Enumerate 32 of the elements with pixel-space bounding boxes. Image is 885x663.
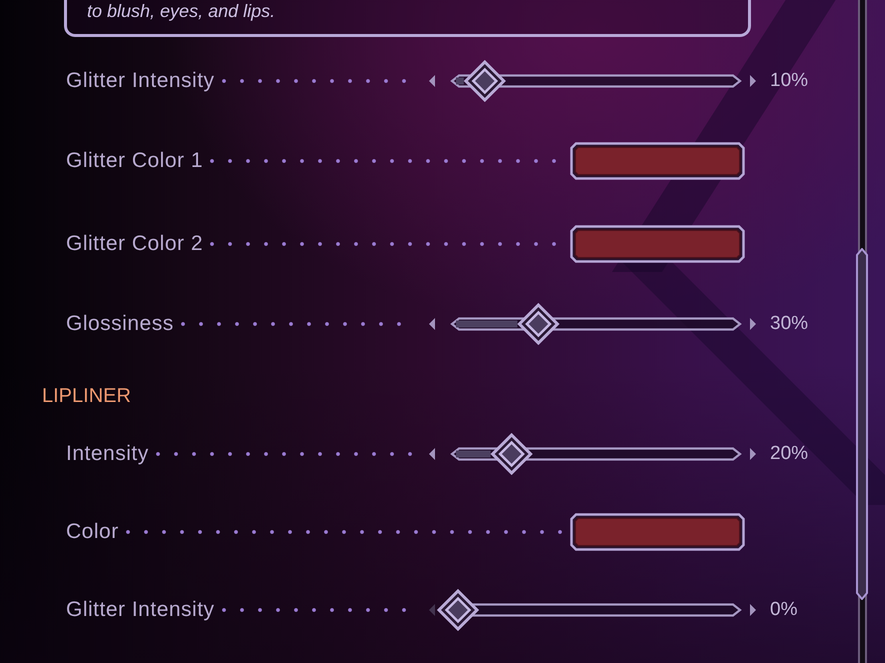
slider-fill xyxy=(456,320,518,328)
color-swatch[interactable] xyxy=(570,142,745,180)
slider-thumb[interactable] xyxy=(517,303,560,345)
left-arrow-icon[interactable] xyxy=(429,75,435,87)
right-arrow-icon[interactable] xyxy=(750,75,756,87)
right-arrow-icon[interactable] xyxy=(750,604,756,616)
slider-value: 20% xyxy=(770,443,810,465)
scrollbar-thumb[interactable] xyxy=(856,248,868,600)
slider-value: 0% xyxy=(770,599,798,621)
description-text: to blush, eyes, and lips. xyxy=(87,0,276,22)
slider-fill xyxy=(456,78,464,84)
slider-thumb[interactable] xyxy=(437,589,480,631)
setting-label: Color xyxy=(66,520,119,544)
right-arrow-icon[interactable] xyxy=(750,448,756,460)
setting-label: Glitter Intensity xyxy=(66,598,215,622)
setting-label: Intensity xyxy=(66,442,149,466)
setting-label: Glitter Intensity xyxy=(66,69,215,93)
color-swatch[interactable] xyxy=(570,513,745,551)
slider-thumb[interactable] xyxy=(490,433,533,475)
setting-label: Glossiness xyxy=(66,312,174,336)
section-heading: LIPLINER xyxy=(42,384,131,408)
setting-label: Glitter Color 1 xyxy=(66,149,204,173)
right-arrow-icon[interactable] xyxy=(750,318,756,330)
slider-fill xyxy=(456,450,491,458)
scrollbar-track[interactable] xyxy=(858,0,866,663)
setting-label: Glitter Color 2 xyxy=(66,232,204,256)
slider-thumb[interactable] xyxy=(464,60,506,102)
left-arrow-icon[interactable] xyxy=(429,448,435,460)
slider-value: 30% xyxy=(770,313,810,335)
slider-value: 10% xyxy=(770,70,810,92)
left-arrow-icon[interactable] xyxy=(429,318,435,330)
color-swatch[interactable] xyxy=(570,225,745,263)
